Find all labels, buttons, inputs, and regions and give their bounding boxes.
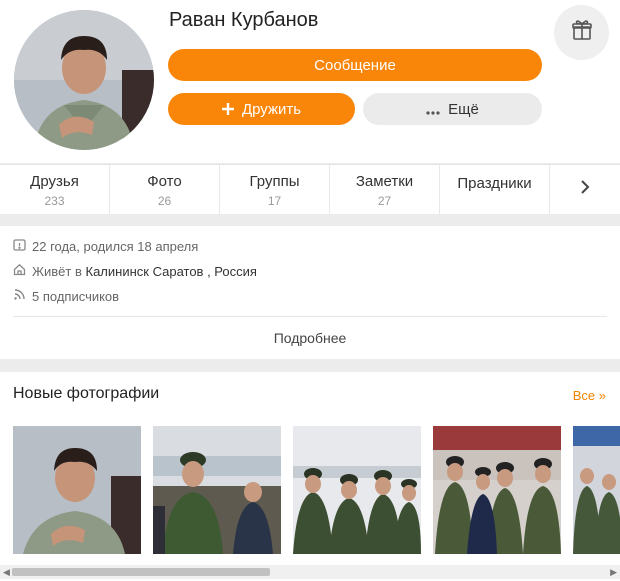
add-friend-label: Дружить xyxy=(241,100,302,118)
gift-button[interactable] xyxy=(554,5,609,60)
scrollbar-thumb[interactable] xyxy=(12,568,270,576)
tab-label: Заметки xyxy=(355,173,414,190)
home-icon xyxy=(13,263,32,279)
plus-icon xyxy=(221,101,234,118)
tab-notes[interactable]: Заметки 27 xyxy=(330,165,440,214)
more-button-label: Ещё xyxy=(448,100,479,118)
horizontal-scrollbar[interactable]: ◀ ▶ xyxy=(0,565,620,579)
chevron-right-icon xyxy=(580,179,590,200)
rss-icon xyxy=(13,288,32,304)
tab-groups[interactable]: Группы 17 xyxy=(220,165,330,214)
divider xyxy=(13,316,607,317)
location-row: Живёт в Калининск Саратов , Россия xyxy=(13,263,257,279)
photo-thumb[interactable] xyxy=(13,426,141,554)
profile-header: Раван Курбанов Сообщение Дружить Ещё xyxy=(0,0,620,163)
add-friend-button[interactable]: Дружить xyxy=(168,93,355,125)
subscribers-text: 5 подписчиков xyxy=(32,288,120,304)
all-photos-link[interactable]: Все » xyxy=(573,388,606,403)
tab-count: 26 xyxy=(157,194,172,208)
profile-name: Раван Курбанов xyxy=(169,9,319,31)
more-button[interactable]: Ещё xyxy=(363,93,542,125)
tab-label: Группы xyxy=(249,173,300,190)
location-link[interactable]: Калининск Саратов , Россия xyxy=(86,264,257,279)
message-button[interactable]: Сообщение xyxy=(168,49,542,81)
photo-thumb[interactable] xyxy=(293,426,421,554)
age-text: 22 года, родился 18 апреля xyxy=(32,238,199,254)
tab-friends[interactable]: Друзья 233 xyxy=(0,165,110,214)
tab-label: Фото xyxy=(147,173,182,190)
tab-label: Праздники xyxy=(457,175,532,192)
tab-label: Друзья xyxy=(30,173,79,190)
tab-photos[interactable]: Фото 26 xyxy=(110,165,220,214)
calendar-icon xyxy=(13,238,32,254)
details-link[interactable]: Подробнее xyxy=(0,330,620,346)
tab-count: 27 xyxy=(377,194,392,208)
tab-count: 17 xyxy=(267,194,282,208)
tab-count: 233 xyxy=(44,194,65,208)
profile-tabs: Друзья 233 Фото 26 Группы 17 Заметки 27 … xyxy=(0,164,620,214)
message-button-label: Сообщение xyxy=(314,56,396,74)
section-title: Новые фотографии xyxy=(13,385,160,402)
subscribers-row[interactable]: 5 подписчиков xyxy=(13,288,119,304)
new-photos-section: Новые фотографии Все » ◀ ▶ xyxy=(0,372,620,581)
photo-strip xyxy=(13,426,620,554)
photo-thumb[interactable] xyxy=(153,426,281,554)
scroll-right-icon[interactable]: ▶ xyxy=(610,567,617,577)
age-row: 22 года, родился 18 апреля xyxy=(13,238,198,254)
tabs-next-button[interactable] xyxy=(550,165,620,214)
scroll-left-icon[interactable]: ◀ xyxy=(3,567,10,577)
tab-holidays[interactable]: Праздники xyxy=(440,165,550,214)
photo-thumb[interactable] xyxy=(433,426,561,554)
dots-icon xyxy=(426,101,440,118)
avatar[interactable] xyxy=(14,10,154,150)
gift-icon xyxy=(571,19,593,46)
profile-info: 22 года, родился 18 апреля Живёт в Калин… xyxy=(0,226,620,359)
lives-prefix: Живёт в xyxy=(32,263,82,279)
photo-thumb[interactable] xyxy=(573,426,620,554)
